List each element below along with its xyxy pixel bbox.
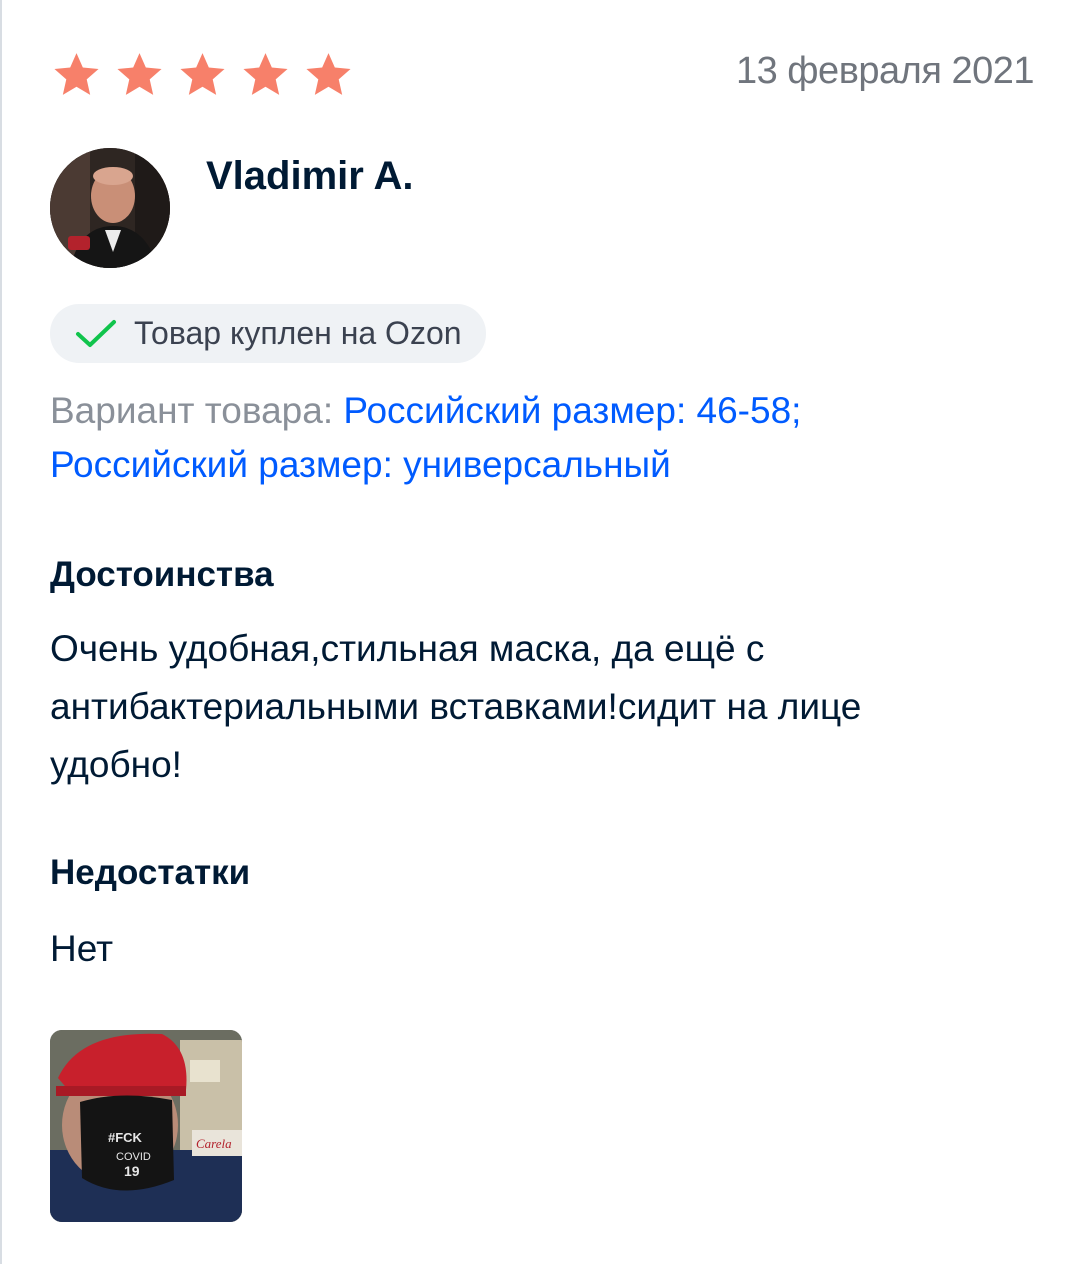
avatar-image xyxy=(50,148,170,268)
variant-link-universal[interactable]: Российский размер: универсальный xyxy=(50,444,671,485)
variant-label: Вариант товара: xyxy=(50,390,344,431)
review-date: 13 февраля 2021 xyxy=(735,50,1035,92)
cons-text: Нет xyxy=(50,928,114,969)
checkmark-icon xyxy=(76,319,116,347)
avatar[interactable] xyxy=(50,148,170,268)
svg-text:COVID: COVID xyxy=(116,1151,151,1163)
star-icon xyxy=(117,53,162,95)
pros-title: Достоинства xyxy=(50,555,274,594)
svg-text:19: 19 xyxy=(124,1163,140,1179)
svg-text:Carela: Carela xyxy=(196,1136,232,1151)
pros-text: Очень удобная,стильная маска, да ещё с а… xyxy=(50,628,862,785)
author-name[interactable]: Vladimir A. xyxy=(206,154,413,199)
star-rating xyxy=(52,50,353,99)
svg-text:#FCK: #FCK xyxy=(108,1130,143,1145)
star-icon xyxy=(243,53,288,95)
review-photo-image: #FCK COVID 19 Carela xyxy=(50,1030,242,1222)
purchase-badge-label: Товар куплен на Ozon xyxy=(134,315,462,351)
cons-title: Недостатки xyxy=(50,853,251,892)
purchase-verified-badge: Товар куплен на Ozon xyxy=(50,304,486,363)
star-icon xyxy=(54,53,99,95)
review-card: 13 февраля 2021 Vladimir A. Товар куплен… xyxy=(50,0,1040,1264)
star-icon xyxy=(306,53,351,95)
variant-link-size[interactable]: Российский размер: 46-58; xyxy=(343,390,801,431)
product-variant: Вариант товара: Российский размер: 46-58… xyxy=(50,384,990,492)
star-icon xyxy=(180,53,225,95)
review-photo[interactable]: #FCK COVID 19 Carela xyxy=(50,1030,242,1222)
